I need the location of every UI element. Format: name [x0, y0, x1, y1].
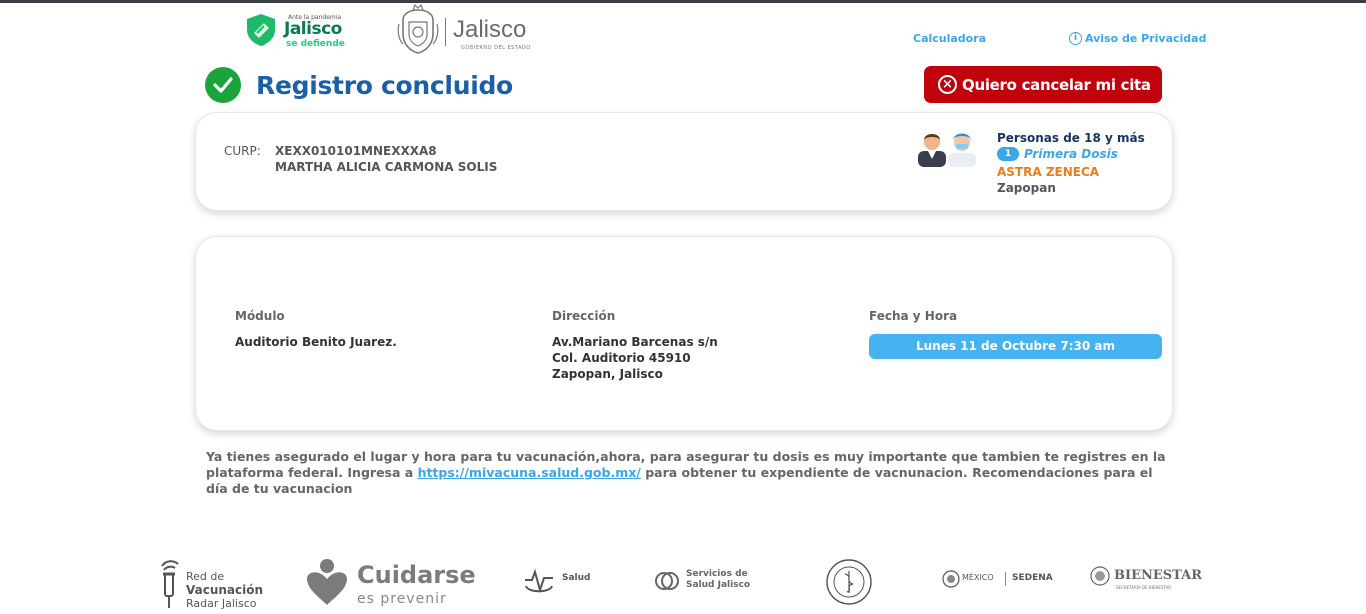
- dose-label: Primera Dosis: [1024, 147, 1118, 161]
- registrant-card: CURP: XEXX010101MNEXXXA8 MARTHA ALICIA C…: [195, 112, 1173, 211]
- logo-name: Jalisco: [284, 19, 342, 39]
- eagle-seal-icon: [942, 570, 960, 588]
- eagle-seal-icon: [1090, 566, 1110, 586]
- footer-text: Servicios de: [686, 569, 748, 579]
- gobierno-mexico-logo[interactable]: MÉXICO SEDENA: [942, 570, 1062, 590]
- curp-value: XEXX010101MNEXXXA8: [275, 144, 437, 158]
- coat-of-arms-icon: [397, 4, 439, 54]
- footer-text: es prevenir: [357, 591, 447, 607]
- registrant-name: MARTHA ALICIA CARMONA SOLIS: [275, 160, 498, 174]
- close-circle-icon: ×: [938, 75, 957, 94]
- privacy-link-label: Aviso de Privacidad: [1085, 32, 1207, 45]
- cancel-button-label: Quiero cancelar mi cita: [962, 75, 1151, 94]
- gobierno-jalisco-logo[interactable]: Jalisco GOBIERNO DEL ESTADO: [395, 4, 555, 56]
- footer-text: Salud Jalisco: [686, 580, 751, 590]
- servicios-salud-logo[interactable]: Servicios de Salud Jalisco: [654, 566, 764, 596]
- vaccine-name: ASTRA ZENECA: [997, 165, 1100, 179]
- address-line: Av.Mariano Barcenas s/n: [552, 335, 718, 349]
- syringe-icon: [161, 560, 179, 608]
- module-label: Módulo: [235, 309, 285, 323]
- address-line: Zapopan, Jalisco: [552, 367, 663, 381]
- footer-text: Radar Jalisco: [186, 597, 257, 610]
- page-title: Registro concluido: [256, 70, 513, 100]
- shield-logo-icon: [247, 14, 275, 46]
- dose-row: 1 Primera Dosis: [997, 147, 1118, 161]
- datetime-label: Fecha y Hora: [869, 309, 958, 323]
- info-icon: i: [1069, 32, 1082, 45]
- address-line: Col. Auditorio 45910: [552, 351, 691, 365]
- module-value: Auditorio Benito Juarez.: [235, 335, 397, 349]
- info-paragraph: Ya tienes asegurado el lugar y hora para…: [206, 449, 1166, 497]
- status-title-row: Registro concluido: [205, 67, 513, 103]
- privacy-notice-link[interactable]: i Aviso de Privacidad: [1069, 32, 1206, 45]
- dose-number-badge: 1: [997, 147, 1019, 161]
- address-value: Av.Mariano Barcenas s/n Col. Auditorio 4…: [552, 334, 718, 382]
- footer-logos: Red de Vacunación Radar Jalisco Cuidarse…: [0, 548, 1366, 613]
- footer-text: SECRETARÍA DE BIENESTAR: [1116, 585, 1172, 590]
- health-swirl-icon: [655, 572, 679, 590]
- cuidarse-logo[interactable]: Cuidarse es prevenir: [305, 555, 490, 607]
- mivacuna-link[interactable]: https://mivacuna.salud.gob.mx/: [418, 465, 641, 480]
- red-vacunacion-logo[interactable]: Red de Vacunación Radar Jalisco: [156, 554, 286, 610]
- footer-text: Cuidarse: [357, 561, 476, 589]
- curp-label: CURP:: [224, 144, 261, 158]
- jalisco-se-defiende-logo[interactable]: Ante la pandemia Jalisco se defiende: [244, 11, 350, 51]
- footer-text: MÉXICO: [962, 573, 994, 582]
- footer-text: SEDENA: [1012, 573, 1053, 583]
- footer-text: Vacunación: [186, 583, 264, 597]
- footer-text: Red de: [186, 570, 225, 583]
- logo-sub: GOBIERNO DEL ESTADO: [461, 45, 531, 51]
- salud-logo[interactable]: Salud: [522, 566, 602, 596]
- city-name: Zapopan: [997, 181, 1056, 195]
- logo-sub: se defiende: [286, 39, 345, 49]
- address-label: Dirección: [552, 309, 616, 323]
- header: Ante la pandemia Jalisco se defiende Jal…: [0, 3, 1366, 63]
- cancel-appointment-button[interactable]: × Quiero cancelar mi cita: [924, 66, 1162, 103]
- check-circle-icon: [205, 67, 241, 103]
- heartbeat-icon: [525, 568, 553, 594]
- bienestar-logo[interactable]: BIENESTAR SECRETARÍA DE BIENESTAR: [1090, 566, 1210, 592]
- logo-name: Jalisco: [453, 16, 527, 43]
- people-avatar-icon: [918, 133, 976, 167]
- heart-person-icon: [307, 559, 347, 605]
- appointment-card: Módulo Auditorio Benito Juarez. Direcció…: [195, 236, 1173, 431]
- medical-seal-icon[interactable]: [825, 558, 873, 606]
- footer-text: BIENESTAR: [1114, 568, 1203, 583]
- logo-divider: [1005, 572, 1006, 586]
- calculator-link[interactable]: Calculadora: [913, 32, 986, 45]
- age-group-label: Personas de 18 y más: [997, 131, 1145, 145]
- datetime-badge: Lunes 11 de Octubre 7:30 am: [869, 334, 1162, 359]
- footer-text: Salud: [562, 573, 591, 583]
- logo-divider: [445, 18, 446, 46]
